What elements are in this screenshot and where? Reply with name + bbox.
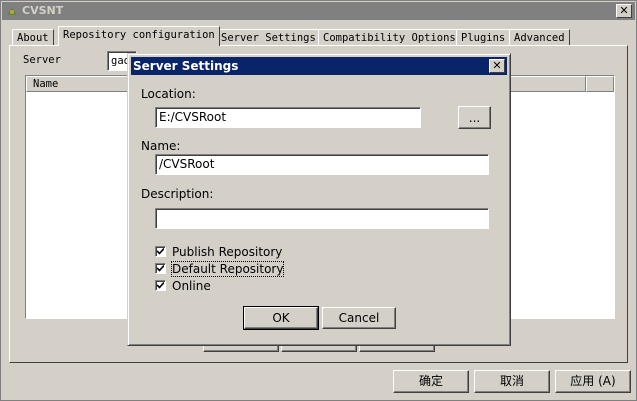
checkmark-icon [157,265,164,272]
online-label[interactable]: Online [172,279,211,293]
publish-repository-label[interactable]: Publish Repository [172,245,282,259]
dialog-cancel-button[interactable]: Cancel [322,307,396,329]
apply-accelerator: (A) [598,374,616,388]
column-header-3[interactable] [586,76,614,92]
default-repository-checkbox[interactable] [155,263,166,274]
browse-button[interactable]: ... [458,106,491,129]
column-header-2[interactable] [506,76,586,92]
tab-compatibility-options[interactable]: Compatibility Options [318,29,461,46]
window-close-button[interactable]: ✕ [616,4,632,18]
window-title: CVSNT [22,4,64,17]
location-input[interactable]: E:/CVSRoot [155,107,421,128]
online-checkbox[interactable] [155,280,166,291]
description-label: Description: [141,187,214,201]
tab-plugins[interactable]: Plugins [456,29,511,46]
title-bar[interactable]: CVSNT ✕ [2,2,635,20]
server-settings-dialog: Server Settings ✕ Location: E:/CVSRoot .… [127,53,511,346]
publish-repository-checkbox[interactable] [155,246,166,257]
tab-advanced[interactable]: Advanced [509,29,570,46]
description-input[interactable] [155,208,489,229]
tab-server-settings[interactable]: Server Settings [216,29,321,46]
dialog-close-button[interactable]: ✕ [489,59,505,73]
dialog-title-bar[interactable]: Server Settings ✕ [131,57,507,75]
tab-repository-configuration[interactable]: Repository configuration [58,26,220,46]
checkmark-icon [157,282,164,289]
location-label: Location: [141,87,196,101]
apply-label: 应用 [570,374,595,388]
apply-button[interactable]: 应用 (A) [555,370,631,393]
cancel-button[interactable]: 取消 [474,370,550,393]
default-repository-label[interactable]: Default Repository [170,261,285,277]
server-label: Server [23,54,61,66]
app-icon [7,7,17,15]
tab-about[interactable]: About [12,29,54,46]
checkmark-icon [157,248,164,255]
dialog-title: Server Settings [133,59,239,73]
name-label: Name: [141,139,181,153]
ok-button[interactable]: 确定 [393,370,469,393]
dialog-ok-button[interactable]: OK [243,306,319,330]
name-input[interactable]: /CVSRoot [155,154,489,175]
